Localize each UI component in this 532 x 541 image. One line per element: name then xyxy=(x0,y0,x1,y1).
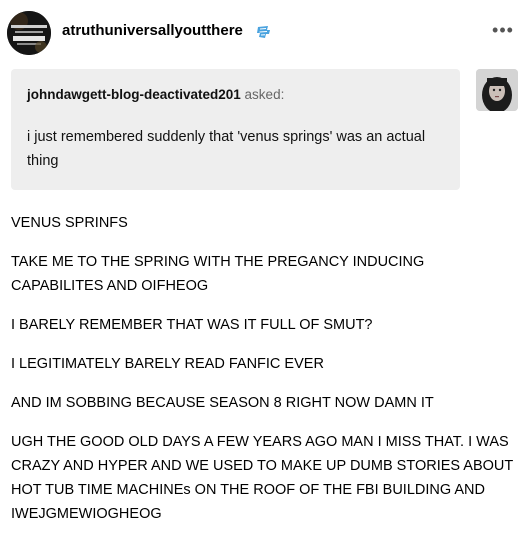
answer-body: VENUS SPRINFS TAKE ME TO THE SPRING WITH… xyxy=(11,211,516,541)
asker-name-link[interactable]: johndawgett-blog-deactivated201 xyxy=(27,87,241,102)
blog-name-link[interactable]: atruthuniversallyoutthere xyxy=(62,22,243,39)
answer-paragraph: I LEGITIMATELY BARELY READ FANFIC EVER xyxy=(11,356,324,372)
tumblr-post: atruthuniversallyoutthere ••• johndawget… xyxy=(0,0,532,533)
answer-paragraph: TAKE ME TO THE SPRING WITH THE PREGANCY … xyxy=(11,254,425,294)
ask-box: johndawgett-blog-deactivated201 asked: i… xyxy=(11,69,460,190)
asker-line: johndawgett-blog-deactivated201 asked: xyxy=(27,87,284,102)
ask-question: i just remembered suddenly that 'venus s… xyxy=(27,129,426,169)
badge-icon[interactable] xyxy=(256,24,272,40)
answer-paragraph: VENUS SPRINFS xyxy=(11,215,128,231)
blog-avatar-icon[interactable] xyxy=(7,11,51,55)
answer-paragraph: I BARELY REMEMBER THAT WAS IT FULL OF SM… xyxy=(11,317,373,333)
answer-paragraph: UGH THE GOOD OLD DAYS A FEW YEARS AGO MA… xyxy=(11,434,513,522)
post-header: atruthuniversallyoutthere ••• xyxy=(0,0,532,64)
answer-paragraph: AND IM SOBBING BECAUSE SEASON 8 RIGHT NO… xyxy=(11,395,434,411)
asker-avatar-icon[interactable] xyxy=(476,69,518,111)
more-options-button[interactable]: ••• xyxy=(490,21,516,41)
asked-label: asked: xyxy=(244,87,285,102)
